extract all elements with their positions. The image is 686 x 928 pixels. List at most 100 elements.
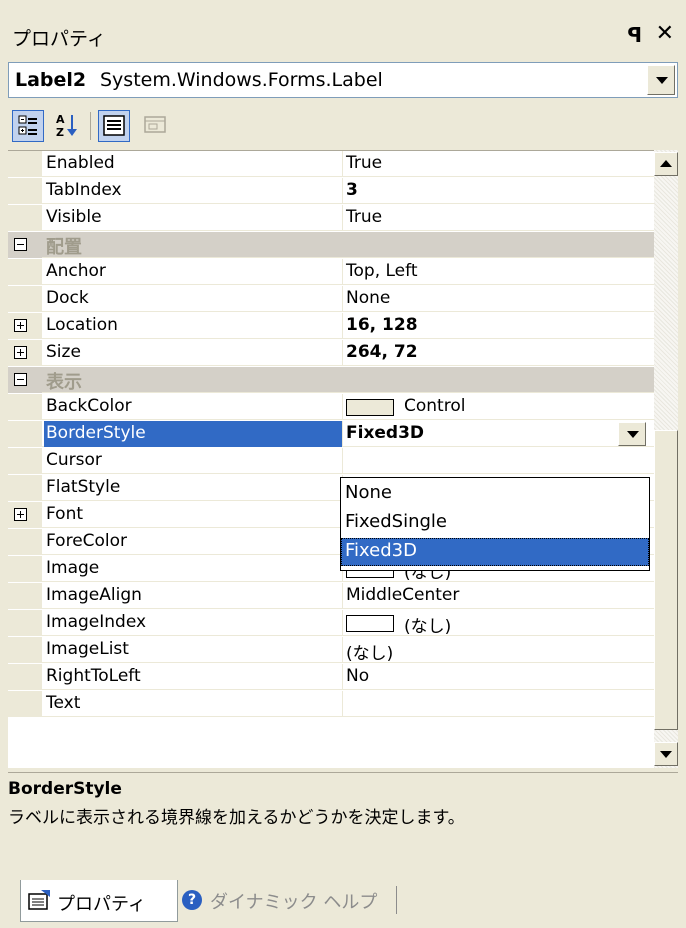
categorized-button[interactable] bbox=[12, 110, 44, 142]
collapse-icon[interactable] bbox=[14, 373, 27, 386]
property-row[interactable]: ImageList (なし) bbox=[8, 637, 654, 664]
property-row[interactable]: Anchor Top, Left bbox=[8, 259, 654, 285]
expand-icon[interactable] bbox=[14, 508, 27, 521]
property-name: TabIndex bbox=[46, 180, 122, 200]
property-row[interactable]: Visible True bbox=[8, 205, 654, 231]
property-value[interactable]: 3 bbox=[346, 180, 358, 200]
row-margin bbox=[8, 556, 42, 582]
category-name: 配置 bbox=[46, 237, 82, 258]
property-row[interactable]: Cursor bbox=[8, 448, 654, 474]
column-divider bbox=[342, 664, 343, 690]
property-value[interactable]: True bbox=[346, 207, 382, 227]
row-margin bbox=[8, 529, 42, 555]
property-row[interactable]: BorderStyle Fixed3D bbox=[8, 421, 654, 447]
property-name: ImageAlign bbox=[46, 585, 142, 605]
property-row[interactable]: ImageIndex (なし) bbox=[8, 610, 654, 637]
description-text: ラベルに表示される境界線を加えるかどうかを決定します。 bbox=[8, 808, 465, 828]
row-margin bbox=[8, 259, 42, 285]
svg-text:Z: Z bbox=[56, 126, 64, 139]
property-name: Image bbox=[46, 558, 100, 578]
scroll-up-button[interactable] bbox=[654, 152, 678, 176]
property-value[interactable]: 16, 128 bbox=[346, 315, 418, 335]
events-icon bbox=[144, 116, 166, 133]
expand-icon[interactable] bbox=[14, 319, 27, 332]
bottom-tab-strip: プロパティ ? ダイナミック ヘルプ bbox=[0, 876, 686, 928]
dropdown-option[interactable]: None bbox=[341, 480, 649, 508]
row-margin bbox=[8, 583, 42, 609]
property-row[interactable]: ImageAlign MiddleCenter bbox=[8, 583, 654, 609]
column-divider bbox=[342, 259, 343, 285]
properties-view-button[interactable] bbox=[98, 110, 130, 142]
object-name: Label2 bbox=[15, 69, 87, 91]
properties-window: プロパティ ꟼ ✕ Label2 System.Windows.Forms.La… bbox=[0, 0, 686, 928]
property-value[interactable]: Fixed3D bbox=[346, 423, 424, 443]
column-divider bbox=[342, 691, 343, 717]
category-row[interactable]: 表示 bbox=[8, 367, 654, 393]
property-row[interactable]: Dock None bbox=[8, 286, 654, 312]
tab-properties[interactable]: プロパティ bbox=[20, 880, 178, 922]
grid-scrollbar[interactable] bbox=[654, 150, 678, 768]
row-margin bbox=[8, 286, 42, 312]
property-row[interactable]: RightToLeft No bbox=[8, 664, 654, 690]
column-divider bbox=[342, 610, 343, 636]
value-swatch bbox=[346, 399, 394, 416]
tab-properties-label: プロパティ bbox=[57, 894, 146, 915]
dropdown-option[interactable]: FixedSingle bbox=[341, 509, 649, 537]
property-grid[interactable]: Enabled True TabIndex 3 Visible True 配置 Anchor T… bbox=[8, 150, 654, 768]
category-row[interactable]: 配置 bbox=[8, 232, 654, 258]
column-divider bbox=[342, 340, 343, 366]
property-value[interactable]: Control bbox=[404, 396, 465, 416]
row-margin bbox=[8, 610, 42, 636]
property-row[interactable]: Text bbox=[8, 691, 654, 717]
property-value[interactable]: MiddleCenter bbox=[346, 585, 459, 605]
pin-icon[interactable]: ꟼ bbox=[627, 23, 642, 47]
property-value[interactable]: 264, 72 bbox=[346, 342, 418, 362]
property-row[interactable]: Location 16, 128 bbox=[8, 313, 654, 339]
property-name: Enabled bbox=[46, 153, 115, 173]
scroll-down-button[interactable] bbox=[654, 742, 678, 766]
value-swatch bbox=[346, 615, 394, 632]
border-style-dropdown-list[interactable]: None FixedSingle Fixed3D bbox=[340, 477, 650, 571]
property-row[interactable]: Size 264, 72 bbox=[8, 340, 654, 366]
category-name: 表示 bbox=[46, 372, 82, 393]
property-value[interactable]: None bbox=[346, 288, 390, 308]
tab-separator bbox=[396, 886, 397, 914]
tab-dynamic-help-label: ダイナミック ヘルプ bbox=[210, 892, 378, 913]
property-row[interactable]: Enabled True bbox=[8, 151, 654, 177]
property-value[interactable]: True bbox=[346, 153, 382, 173]
property-name: Visible bbox=[46, 207, 102, 227]
property-name: BackColor bbox=[46, 396, 132, 416]
categorized-icon bbox=[18, 115, 37, 135]
property-name: FlatStyle bbox=[46, 477, 121, 497]
dropdown-option[interactable]: Fixed3D bbox=[341, 538, 649, 566]
row-margin bbox=[8, 151, 42, 177]
help-icon: ? bbox=[182, 890, 202, 910]
property-value[interactable]: Top, Left bbox=[346, 261, 417, 281]
object-type: System.Windows.Forms.Label bbox=[100, 69, 383, 91]
close-icon[interactable]: ✕ bbox=[656, 21, 674, 46]
scroll-thumb[interactable] bbox=[654, 430, 678, 730]
object-selector[interactable]: Label2 System.Windows.Forms.Label bbox=[8, 62, 678, 98]
events-view-button[interactable] bbox=[140, 110, 172, 142]
property-row[interactable]: BackColor Control bbox=[8, 394, 654, 420]
alphabetical-button[interactable]: A Z bbox=[52, 110, 84, 142]
column-divider bbox=[342, 421, 343, 447]
column-divider bbox=[342, 151, 343, 177]
property-name: Location bbox=[46, 315, 118, 335]
collapse-icon[interactable] bbox=[14, 238, 27, 251]
property-name: Dock bbox=[46, 288, 89, 308]
property-value[interactable]: No bbox=[346, 666, 369, 686]
property-name: ImageList bbox=[46, 639, 129, 659]
column-divider bbox=[342, 583, 343, 609]
properties-icon bbox=[103, 115, 125, 136]
property-name: RightToLeft bbox=[46, 666, 141, 686]
property-row[interactable]: TabIndex 3 bbox=[8, 178, 654, 204]
value-dropdown-button[interactable] bbox=[618, 422, 646, 446]
object-selector-dropdown-button[interactable] bbox=[647, 65, 675, 95]
property-value[interactable]: (なし) bbox=[346, 639, 393, 664]
property-value[interactable]: (なし) bbox=[404, 612, 451, 637]
description-panel: BorderStyle ラベルに表示される境界線を加えるかどうかを決定します。 bbox=[8, 772, 678, 876]
property-name: Anchor bbox=[46, 261, 106, 281]
expand-icon[interactable] bbox=[14, 346, 27, 359]
column-divider bbox=[342, 448, 343, 474]
